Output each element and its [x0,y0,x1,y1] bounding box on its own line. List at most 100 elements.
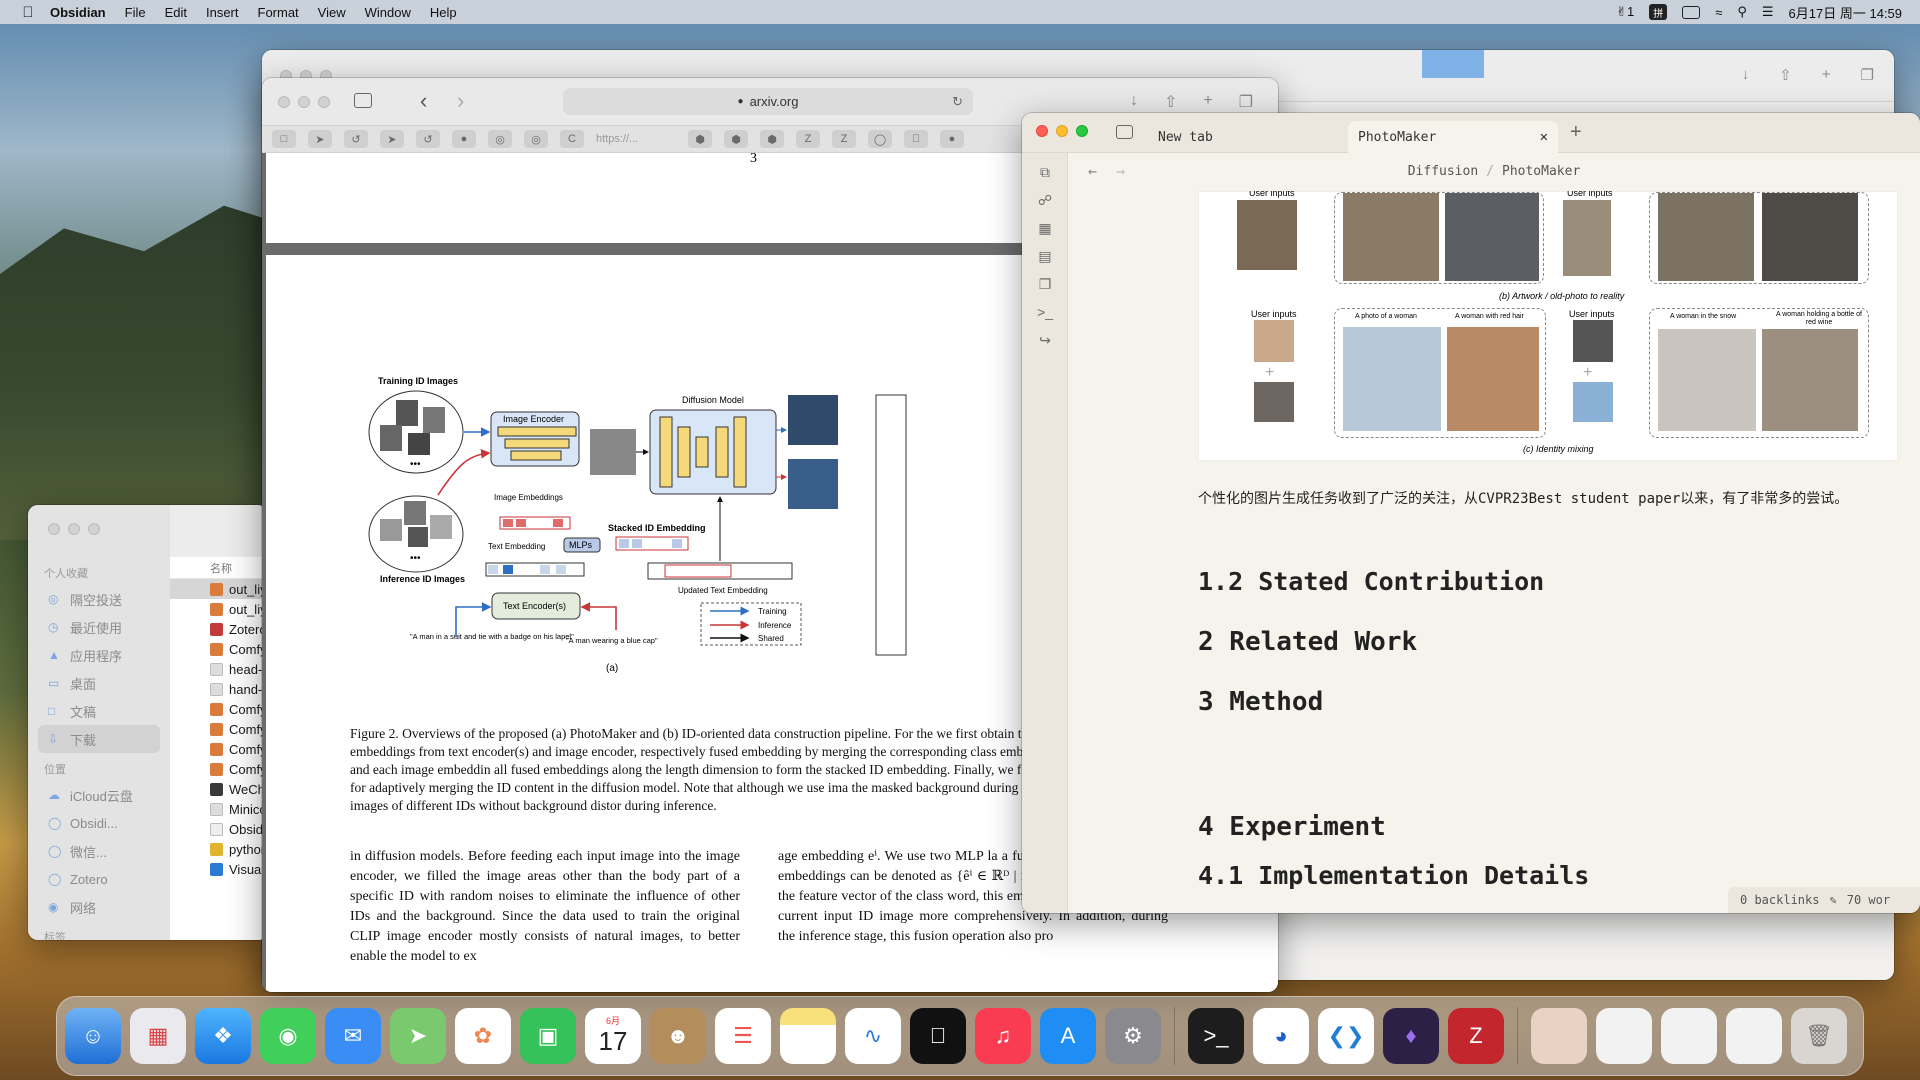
dock-safari-icon[interactable]: ❖ [195,1008,251,1064]
list-item[interactable]: Visual [170,859,268,879]
open-quick-switcher-icon[interactable]: ⧉ [1036,163,1054,181]
apple-icon[interactable]:  [20,4,36,21]
zoom-button[interactable] [88,523,100,535]
github-icon[interactable]: ● [452,130,476,148]
column-header-name[interactable]: 名称 [170,557,268,579]
bookmark-icon[interactable]: C [560,130,584,148]
zoom-button[interactable] [318,96,330,108]
terminal-icon[interactable]: >_ [1036,303,1054,321]
breadcrumb-folder[interactable]: Diffusion [1408,164,1478,179]
dock-zotero-icon[interactable]: Z [1448,1008,1504,1064]
nav-forward-icon[interactable]: → [1116,162,1125,180]
bookmark-icon[interactable]: ⬢ [760,130,784,148]
new-tab-icon[interactable]: + [1822,66,1831,84]
minimize-button[interactable] [1056,125,1068,137]
close-tab-icon[interactable]: ✕ [1540,129,1548,145]
templates-icon[interactable]: ❐ [1036,275,1054,293]
menu-insert[interactable]: Insert [206,5,239,20]
sidebar-item-applications[interactable]: ▲ 应用程序 [28,641,170,669]
bookmark-icon[interactable]: ↺ [344,130,368,148]
list-item[interactable]: hand-t [170,679,268,699]
sidebar-item-icloud[interactable]: ☁ iCloud云盘 [28,781,170,809]
menu-view[interactable]: View [318,5,346,20]
dock-messages-icon[interactable]: ◉ [260,1008,316,1064]
bookmark-icon[interactable]: ⬢ [724,130,748,148]
dock-vscode-icon[interactable]: ❮❯ [1318,1008,1374,1064]
list-item[interactable]: Comfy [170,699,268,719]
download-icon[interactable]: ↓ [1130,92,1138,112]
canvas-icon[interactable]: ▦ [1036,219,1054,237]
dock-obsidian-icon[interactable]: ♦ [1383,1008,1439,1064]
address-bar[interactable]: ● arxiv.org ↻ [563,88,973,115]
clock[interactable]: 6月17日 周一 14:59 [1789,3,1902,22]
tabs-overview-icon[interactable]: ❐ [1861,66,1874,84]
menu-file[interactable]: File [125,5,146,20]
sidebar-toggle-icon[interactable] [1116,125,1133,139]
new-tab-icon[interactable]: + [1203,92,1212,112]
dock-launchpad-icon[interactable]: ▦ [130,1008,186,1064]
backlinks-count[interactable]: 0 backlinks [1740,893,1819,907]
dock-contacts-icon[interactable]: ☻ [650,1008,706,1064]
menu-window[interactable]: Window [365,5,411,20]
sidebar-item-network[interactable]: ◉ 网络 [28,893,170,921]
sidebar-item-zotero[interactable]: ◯ Zotero [28,865,170,893]
close-button[interactable] [1036,125,1048,137]
list-item[interactable]: python [170,839,268,859]
list-item[interactable]: out_liy [170,599,268,619]
sidebar-item-obsidian[interactable]: ◯ Obsidi... [28,809,170,837]
dock-facetime-icon[interactable]: ▣ [520,1008,576,1064]
dock-photos-icon[interactable]: ✿ [455,1008,511,1064]
bookmark-url[interactable]: https://... [596,133,676,145]
dock-appstore-icon[interactable]: A [1040,1008,1096,1064]
github-icon[interactable]: ● [940,130,964,148]
list-item[interactable]: WeCha [170,779,268,799]
dock-calendar-icon[interactable]: 6月 17 [585,1008,641,1064]
dock-tv-icon[interactable]:  [910,1008,966,1064]
menu-help[interactable]: Help [430,5,457,20]
bookmark-icon[interactable]: ↺ [416,130,440,148]
graph-view-icon[interactable]: ☍ [1036,191,1054,209]
sidebar-item-wechat[interactable]: ◯ 微信... [28,837,170,865]
bookmark-icon[interactable]: ➤ [380,130,404,148]
menu-edit[interactable]: Edit [165,5,187,20]
dock-notes-icon[interactable] [780,1008,836,1064]
vpn-badge[interactable]: ✌1 [1616,4,1634,20]
sidebar-item-downloads[interactable]: ⇩ 下载 [38,725,160,753]
list-item[interactable]: out_liy [170,579,268,599]
sidebar-toggle-icon[interactable] [354,93,372,108]
publish-icon[interactable]: ↪ [1036,331,1054,349]
tabs-overview-icon[interactable]: ❐ [1239,92,1253,112]
close-button[interactable] [278,96,290,108]
bookmark-icon[interactable]: ◎ [488,130,512,148]
list-item[interactable]: Comfy [170,759,268,779]
zoom-button[interactable] [1076,125,1088,137]
control-center-icon[interactable]: ☰ [1762,4,1774,20]
bookmark-icon[interactable]: ◯ [868,130,892,148]
note-content[interactable]: User inputs User inputs (b) Artwork / ol… [1198,191,1908,913]
sidebar-item-recents[interactable]: ◷ 最近使用 [28,613,170,641]
calendar-icon[interactable]: ▤ [1036,247,1054,265]
bookmark-icon[interactable]: ◎ [524,130,548,148]
nav-back-icon[interactable]: ← [1088,162,1097,180]
dock-portrait-thumbnail[interactable] [1531,1008,1587,1064]
reload-icon[interactable]: ↻ [952,94,963,110]
new-tab-icon[interactable]: + [1570,121,1582,144]
dock-screenshot-thumbnail[interactable] [1596,1008,1652,1064]
bookmark-icon[interactable]: ⬢ [688,130,712,148]
input-method-icon[interactable]: 拼 [1649,4,1668,20]
tab-photomaker[interactable]: PhotoMaker ✕ [1348,121,1558,153]
bookmark-icon[interactable]: ➤ [308,130,332,148]
back-icon[interactable]: ‹ [420,88,427,114]
dock-settings-icon[interactable]: ⚙ [1105,1008,1161,1064]
dock-finder-icon[interactable]: ☺ [65,1008,121,1064]
dock-maps-icon[interactable]: ➤ [390,1008,446,1064]
dock-freeform-icon[interactable]: ∿ [845,1008,901,1064]
share-icon[interactable]: ⇧ [1779,66,1792,84]
list-item[interactable]: Comfy [170,739,268,759]
download-icon[interactable]: ↓ [1742,66,1750,84]
list-item[interactable]: Zoterc [170,619,268,639]
list-item[interactable]: Comfy [170,639,268,659]
share-icon[interactable]: ⇧ [1164,92,1177,112]
dock-mail-icon[interactable]: ✉ [325,1008,381,1064]
battery-icon[interactable] [1682,5,1701,19]
